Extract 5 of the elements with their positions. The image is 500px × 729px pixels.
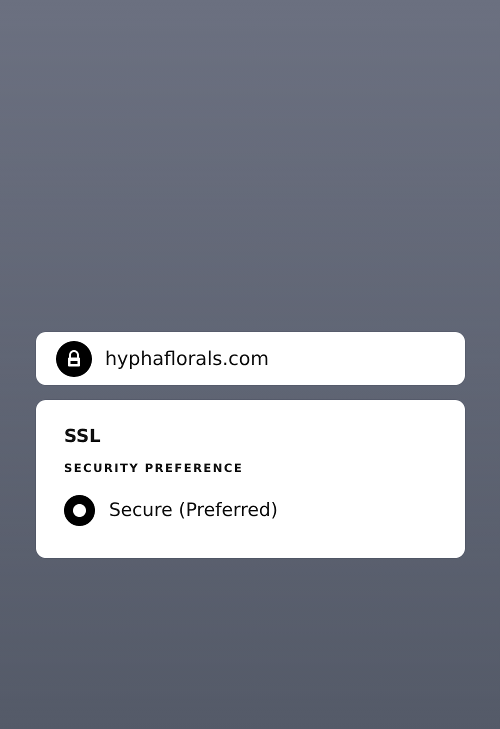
domain-text: hyphaflorals.com	[105, 348, 269, 370]
radio-button[interactable]	[64, 495, 95, 526]
panel-title: SSL	[64, 426, 101, 447]
option-label[interactable]: Secure (Preferred)	[109, 500, 278, 521]
section-label: SECURITY PREFERENCE	[64, 461, 244, 475]
